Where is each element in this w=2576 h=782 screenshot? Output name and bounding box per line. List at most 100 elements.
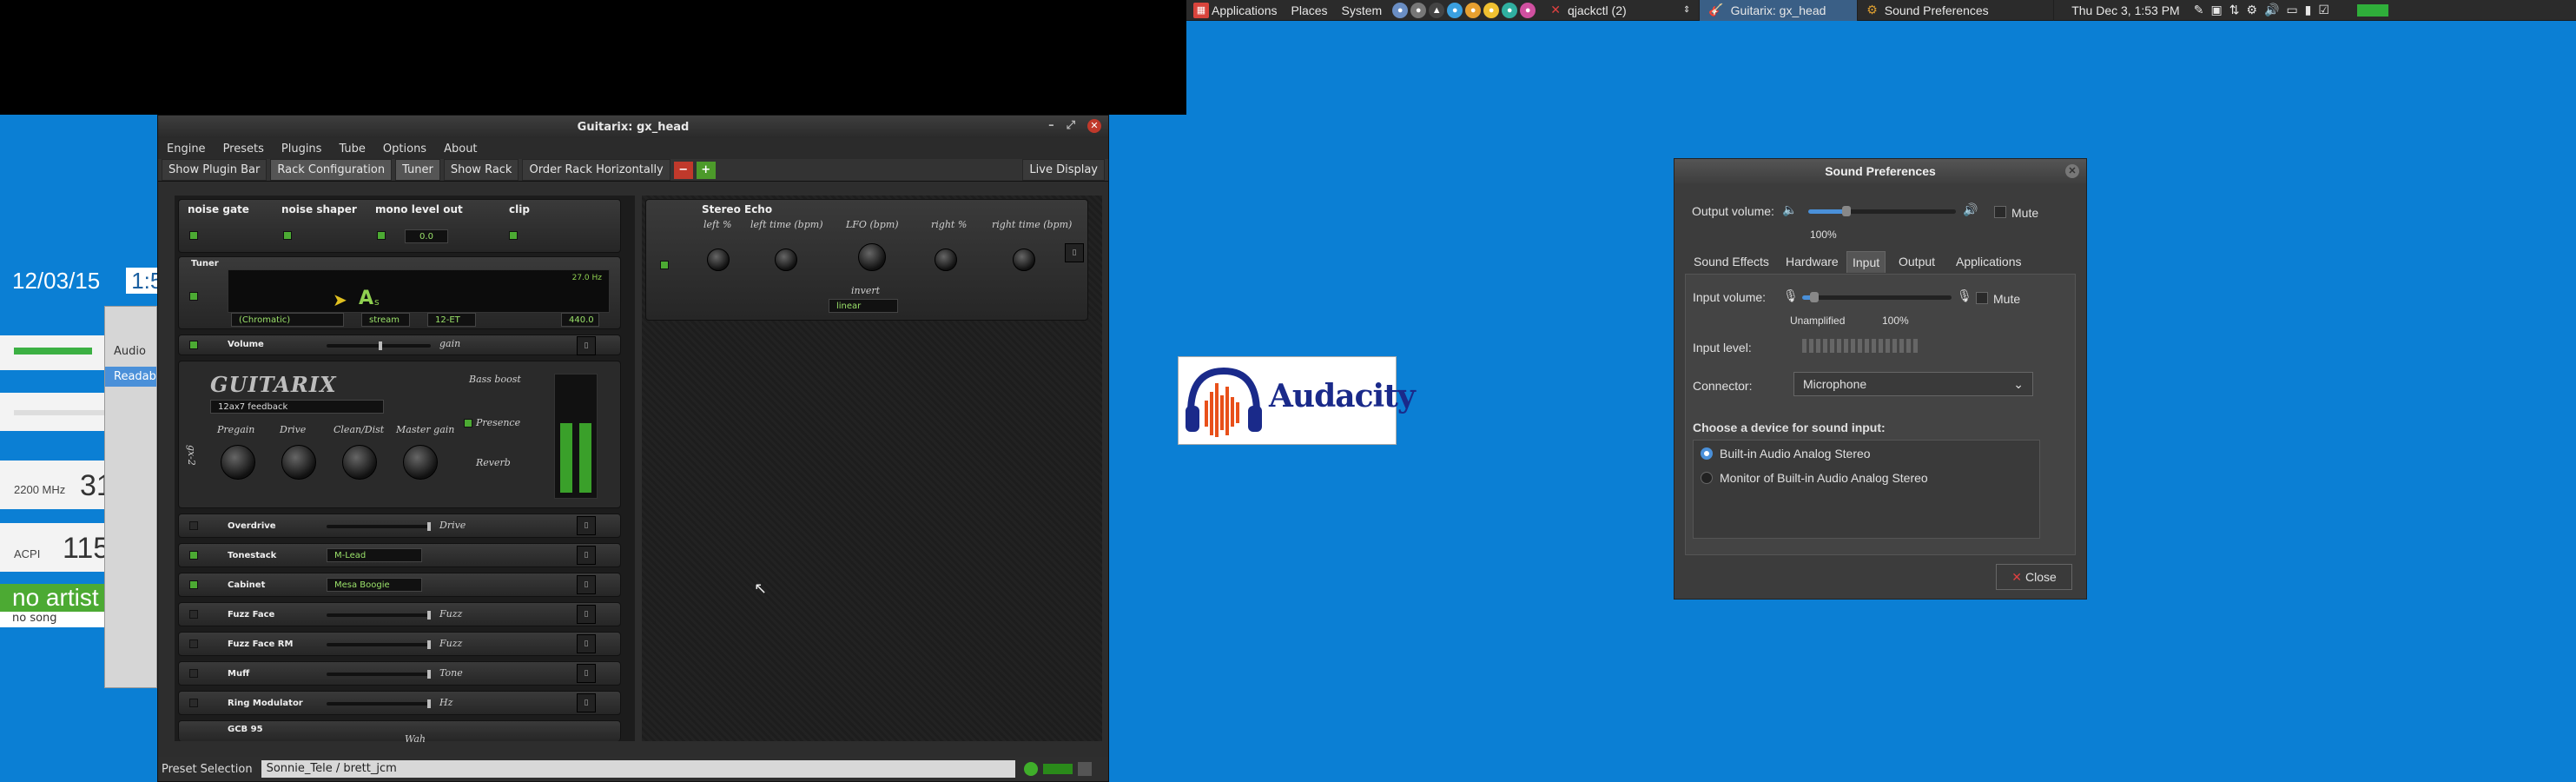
remove-rack-button[interactable]: − [673,161,693,179]
task-sound-prefs[interactable]: ⚙ Sound Preferences [1858,0,2055,21]
output-mute-checkbox[interactable] [1994,206,2006,218]
echo-left-time-knob[interactable] [775,249,797,271]
live-display-button[interactable]: Live Display [1022,159,1105,181]
clock[interactable]: Thu Dec 3, 1:53 PM [2064,0,2187,21]
system-menu[interactable]: System [1335,0,1390,21]
applications-menu[interactable]: ▦ Applications [1186,0,1285,21]
clip-led[interactable] [509,231,518,240]
launcher-icon-1[interactable]: ● [1392,2,1409,18]
menu-about[interactable]: About [435,142,485,156]
input-volume-slider[interactable] [1802,292,1952,302]
launcher-icon-5[interactable]: ● [1465,2,1482,18]
volume-slider-thumb[interactable] [379,341,382,350]
close-icon[interactable]: ✕ [1087,119,1101,133]
stereo-echo-led[interactable] [660,261,669,269]
launcher-icon-7[interactable]: ● [1502,2,1518,18]
rack-unit-slider[interactable] [327,640,431,649]
tab-output[interactable]: Output [1893,251,1940,272]
tab-hardware[interactable]: Hardware [1780,251,1844,272]
input-mute-checkbox[interactable] [1976,292,1988,304]
launcher-icon-3[interactable]: ▲ [1429,2,1445,18]
sound-close-icon[interactable]: ✕ [2065,164,2079,178]
rack-unit-slider-thumb[interactable] [427,670,431,679]
noise-gate-led[interactable] [189,231,198,240]
echo-right-pct-knob[interactable] [935,249,957,271]
guitarix-titlebar[interactable]: Guitarix: gx_head – ⤢ ✕ [158,116,1108,138]
rack-unit-slider[interactable] [327,699,431,708]
connector-select[interactable]: Microphone ⌄ [1793,372,2033,396]
drive-knob[interactable] [281,445,316,480]
order-rack-button[interactable]: Order Rack Horizontally [522,159,670,181]
presence-led[interactable] [464,419,472,427]
echo-left-pct-knob[interactable] [707,249,730,271]
output-volume-thumb[interactable] [1842,206,1852,216]
task-guitarix[interactable]: 🎸 Guitarix: gx_head [1700,0,1859,21]
menu-plugins[interactable]: Plugins [273,142,331,156]
rack-configuration-button[interactable]: Rack Configuration [270,159,393,181]
rack-unit-led[interactable] [189,610,198,619]
rack-unit-led[interactable] [189,521,198,530]
rack-unit-slider-thumb[interactable] [427,611,431,620]
echo-invert-select[interactable]: linear [829,299,898,313]
tuner-stream-select[interactable]: stream [361,313,410,327]
rack-unit-slider[interactable] [327,611,431,620]
tuner-button[interactable]: Tuner [395,159,440,181]
menu-presets[interactable]: Presets [215,142,273,156]
tuner-led[interactable] [189,292,198,301]
volume-led[interactable] [189,341,198,349]
minimize-icon[interactable]: – [1048,119,1054,133]
rack-unit-button[interactable]: ▯ [577,605,596,624]
mono-level-value[interactable]: 0.0 [405,229,448,243]
tray-tool-icon[interactable]: ✎ [2194,3,2204,17]
amp-model-select[interactable]: 12ax7 feedback [210,400,384,414]
preset-settings-icon[interactable] [1077,762,1092,776]
rack-unit-slider[interactable] [327,670,431,679]
rack-unit-button[interactable]: ▯ [577,575,596,594]
tray-battery-icon[interactable]: ▮ [2305,3,2312,17]
launcher-icon-2[interactable]: ● [1410,2,1427,18]
tab-sound-effects[interactable]: Sound Effects [1688,251,1774,272]
tray-volume-icon[interactable]: 🔊 [2264,3,2279,17]
audacity-desktop-icon[interactable]: Audacity [1178,356,1416,445]
pregain-knob[interactable] [221,445,255,480]
rack-unit-button[interactable]: ▯ [577,516,596,535]
add-rack-button[interactable]: + [696,161,716,179]
places-menu[interactable]: Places [1285,0,1335,21]
clean-dist-knob[interactable] [342,445,377,480]
maximize-icon[interactable]: ⤢ [1067,119,1075,133]
device-option-2[interactable]: Monitor of Built-in Audio Analog Stereo [1720,471,1928,485]
rack-unit-slider-thumb[interactable] [427,640,431,649]
launcher-icon-8[interactable]: ● [1520,2,1536,18]
tray-network-icon[interactable]: ⇅ [2229,3,2240,17]
tray-gear-icon[interactable]: ⚙ [2246,3,2257,17]
menu-options[interactable]: Options [374,142,435,156]
tray-monitor-icon[interactable]: ▭ [2286,3,2297,17]
sound-titlebar[interactable]: Sound Preferences ✕ [1674,159,2086,183]
tuner-mode-select[interactable]: (Chromatic) [231,313,344,327]
menu-engine[interactable]: Engine [158,142,215,156]
noise-shaper-led[interactable] [283,231,292,240]
menu-tube[interactable]: Tube [330,142,373,156]
tab-applications[interactable]: Applications [1951,251,2027,272]
device-option-1[interactable]: Built-in Audio Analog Stereo [1720,447,1871,461]
tray-clipboard-icon[interactable]: ▣ [2210,3,2222,17]
rack-unit-led[interactable] [189,580,198,589]
master-gain-knob[interactable] [403,445,438,480]
input-volume-thumb[interactable] [1809,292,1819,302]
rack-unit-led[interactable] [189,551,198,560]
launcher-icon-4[interactable]: ● [1447,2,1463,18]
tab-input[interactable]: Input [1846,251,1886,273]
close-button[interactable]: ✕ Close [1996,564,2072,590]
tuner-temperament-select[interactable]: 12-ET [427,313,476,327]
volume-rack-button[interactable]: ▯ [577,336,596,355]
output-volume-slider[interactable] [1808,206,1956,216]
rack-unit-select[interactable]: M-Lead [327,548,422,562]
tray-check-icon[interactable]: ☑ [2318,3,2329,17]
echo-lfo-knob[interactable] [858,243,886,271]
task-qjackctl[interactable]: ✕ qjackctl (2) ⇕ [1542,0,1701,21]
device-radio-selected[interactable] [1701,447,1713,460]
show-plugin-bar-button[interactable]: Show Plugin Bar [162,159,268,181]
preset-field[interactable]: Sonnie_Tele / brett_jcm [261,760,1015,778]
launcher-icon-6[interactable]: ● [1483,2,1500,18]
rack-unit-slider-thumb[interactable] [427,699,431,708]
